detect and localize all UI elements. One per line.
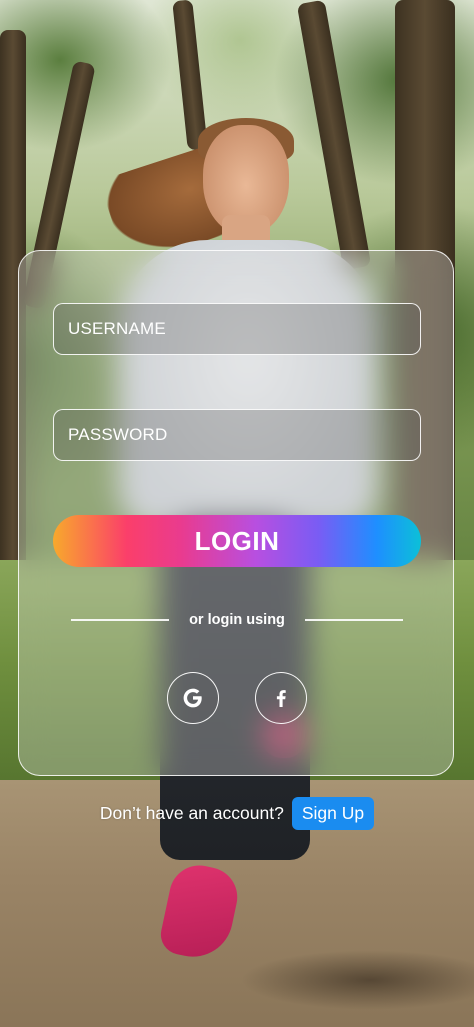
divider-line-right	[304, 619, 403, 621]
facebook-login-button[interactable]	[255, 672, 307, 724]
password-placeholder: PASSWORD	[68, 425, 168, 444]
signup-button[interactable]: Sign Up	[291, 796, 375, 830]
login-button-label: LOGIN	[194, 525, 280, 556]
signup-prompt: Don’t have an account?	[99, 802, 284, 823]
login-screen: USERNAME PASSWORD LOGIN or login using D…	[0, 0, 474, 1027]
google-login-button[interactable]	[167, 672, 219, 724]
login-card: USERNAME PASSWORD LOGIN or login using	[18, 250, 454, 776]
facebook-icon	[276, 690, 286, 707]
google-icon	[183, 688, 202, 708]
signup-row: Don’t have an account? Sign Up	[0, 796, 474, 830]
divider-line-left	[71, 619, 169, 621]
social-divider: or login using	[71, 609, 403, 631]
password-input[interactable]: PASSWORD	[53, 409, 421, 461]
divider-text: or login using	[189, 612, 285, 628]
username-placeholder: USERNAME	[68, 319, 166, 338]
username-input[interactable]: USERNAME	[53, 303, 421, 355]
login-button[interactable]: LOGIN	[53, 515, 421, 567]
ground-shadow	[240, 950, 474, 1010]
